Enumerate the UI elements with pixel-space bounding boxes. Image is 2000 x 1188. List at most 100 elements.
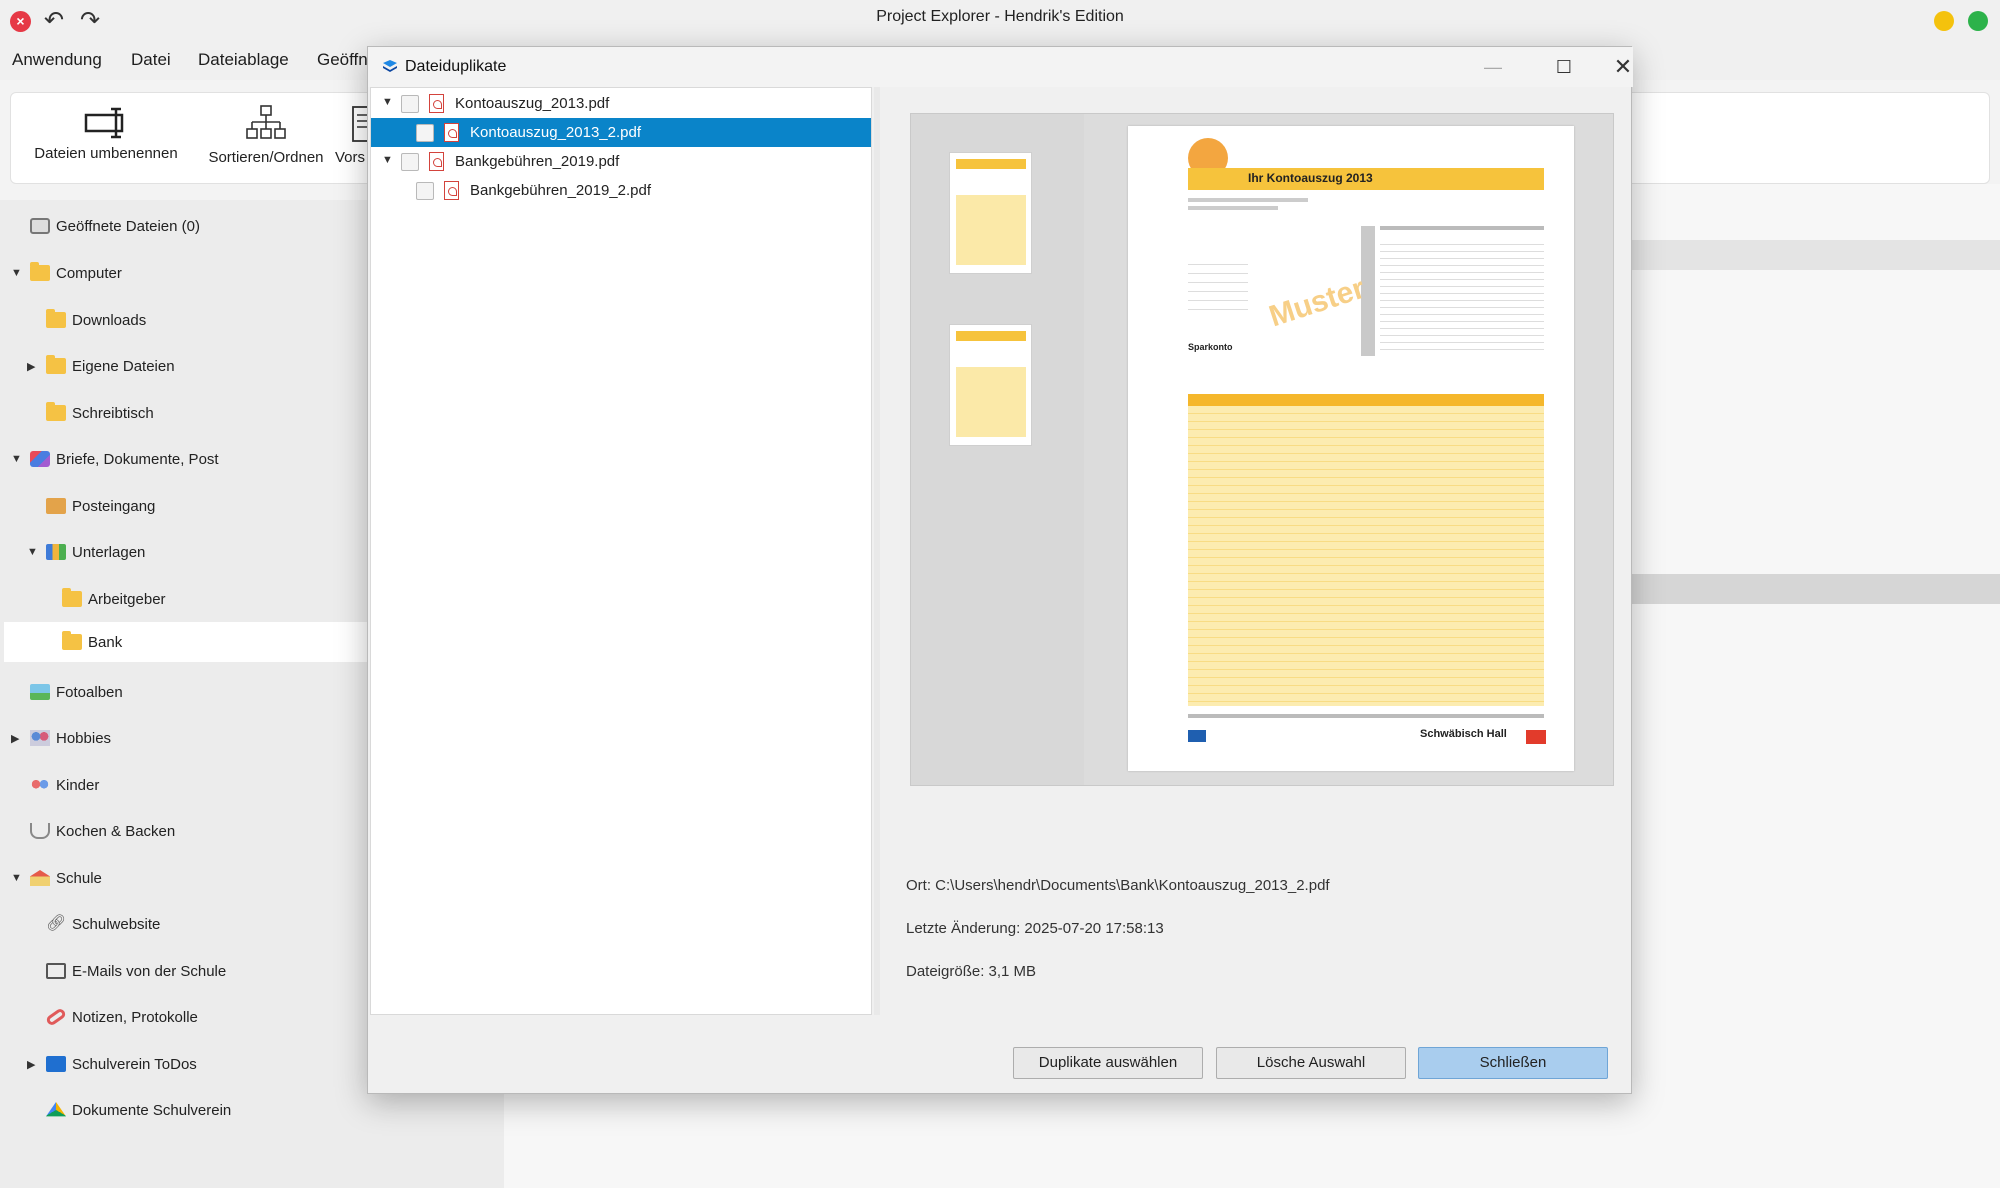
chevron-right-icon[interactable]: ▶ [27, 1058, 35, 1071]
folder-icon [46, 309, 66, 328]
checkbox[interactable] [401, 153, 419, 171]
pdf-preview: Ihr Kontoauszug 2013 Muster Sparkonto Sc… [910, 113, 1614, 786]
window-title: Project Explorer - Hendrik's Edition [876, 8, 1124, 25]
drive-icon [46, 1102, 66, 1117]
minimize-window-button[interactable] [1934, 11, 1954, 31]
main-titlebar: × ↶ ↷ Project Explorer - Hendrik's Editi… [0, 0, 2000, 40]
sidebar-item-notizen[interactable]: Notizen, Protokolle [44, 997, 198, 1037]
sidebar-item-briefe[interactable]: Briefe, Dokumente, Post [30, 439, 219, 479]
content-row [1632, 240, 2000, 270]
pdf-icon [429, 94, 444, 113]
sidebar-item-downloads[interactable]: Downloads [46, 300, 146, 340]
inbox-icon [46, 498, 66, 514]
chevron-right-icon[interactable]: ▶ [11, 732, 19, 745]
file-label: Kontoauszug_2013.pdf [455, 95, 610, 112]
kids-icon [30, 777, 50, 793]
account-section: Sparkonto [1188, 342, 1233, 352]
photo-icon [30, 684, 50, 700]
link-icon: 🔗︎ [46, 915, 67, 932]
cooking-pot-icon [30, 823, 50, 839]
dialog-close-button[interactable]: ✕ [1603, 53, 1643, 81]
chevron-down-icon[interactable]: ▼ [382, 96, 393, 108]
sidebar-item-posteingang[interactable]: Posteingang [46, 486, 155, 526]
statement-title: Ihr Kontoauszug 2013 [1248, 171, 1373, 185]
stack-icon [30, 218, 50, 234]
muster-watermark: Muster [1265, 271, 1369, 334]
sidebar-item-opened-files[interactable]: Geöffnete Dateien (0) [30, 206, 200, 246]
close-dialog-button[interactable]: Schließen [1418, 1047, 1608, 1079]
menu-dateiablage[interactable]: Dateiablage [198, 50, 289, 70]
tree-row[interactable]: ▼ Kontoauszug_2013.pdf [371, 89, 871, 118]
maximize-window-button[interactable] [1968, 11, 1988, 31]
bank-logo-icon [1188, 730, 1206, 742]
folder-icon [46, 355, 66, 374]
tree-row-selected[interactable]: Kontoauszug_2013_2.pdf [371, 118, 871, 147]
binder-icon [46, 544, 66, 560]
file-location: Ort: C:\Users\hendr\Documents\Bank\Konto… [906, 877, 1330, 894]
sidebar-item-kinder[interactable]: Kinder [30, 765, 99, 805]
sidebar-item-unterlagen[interactable]: Unterlagen [46, 532, 145, 572]
checkbox[interactable] [416, 124, 434, 142]
sidebar-item-fotoalben[interactable]: Fotoalben [30, 672, 123, 712]
chevron-down-icon[interactable]: ▼ [11, 267, 22, 279]
sort-button[interactable]: Sortieren/Ordnen [196, 105, 336, 166]
cube-icon [30, 451, 50, 467]
chevron-right-icon[interactable]: ▶ [27, 360, 35, 373]
sidebar-item-bank[interactable]: Bank [4, 622, 368, 662]
chevron-down-icon[interactable]: ▼ [27, 546, 38, 558]
pdf-page: Ihr Kontoauszug 2013 Muster Sparkonto Sc… [1128, 126, 1574, 771]
sidebar-item-dokumente-schulverein[interactable]: Dokumente Schulverein [46, 1090, 231, 1130]
paperclip-icon [44, 1007, 68, 1027]
tree-row[interactable]: ▼ Bankgebühren_2019.pdf [371, 147, 871, 176]
select-duplicates-button[interactable]: Duplikate auswählen [1013, 1047, 1203, 1079]
transactions-table [1188, 406, 1544, 706]
sidebar-item-schule[interactable]: Schule [30, 858, 102, 898]
sidebar-item-arbeitgeber[interactable]: Arbeitgeber [62, 579, 166, 619]
content-row [1632, 574, 2000, 604]
sidebar-item-computer[interactable]: Computer [30, 253, 122, 293]
preview-pane: Ihr Kontoauszug 2013 Muster Sparkonto Sc… [880, 87, 1631, 1015]
pdf-icon [429, 152, 444, 171]
delete-selection-button[interactable]: Lösche Auswahl [1216, 1047, 1406, 1079]
dialog-maximize-button[interactable]: ☐ [1544, 53, 1584, 81]
duplicates-dialog: Dateiduplikate — ☐ ✕ ▼ Kontoauszug_2013.… [367, 46, 1633, 1094]
sidebar-item-eigene-dateien[interactable]: Eigene Dateien [46, 346, 175, 386]
dialog-minimize-button[interactable]: — [1473, 53, 1513, 81]
file-label: Bankgebühren_2019_2.pdf [470, 182, 651, 199]
menu-anwendung[interactable]: Anwendung [12, 50, 102, 70]
checkbox[interactable] [416, 182, 434, 200]
brand-name: Schwäbisch Hall [1420, 728, 1507, 740]
app-logo-icon [383, 60, 397, 72]
menu-datei[interactable]: Datei [131, 50, 171, 70]
sort-label: Sortieren/Ordnen [208, 149, 324, 166]
file-label: Bankgebühren_2019.pdf [455, 153, 620, 170]
chevron-down-icon[interactable]: ▼ [11, 872, 22, 884]
chevron-down-icon[interactable]: ▼ [11, 453, 22, 465]
page-thumbnail[interactable] [949, 152, 1032, 274]
rename-label: Dateien umbenennen [34, 145, 178, 162]
mail-icon [46, 963, 66, 979]
checkbox[interactable] [401, 95, 419, 113]
sidebar-item-emails-schule[interactable]: E-Mails von der Schule [46, 951, 226, 991]
folder-icon [62, 588, 82, 607]
page-thumbnail[interactable] [949, 324, 1032, 446]
duplicates-tree: ▼ Kontoauszug_2013.pdf Kontoauszug_2013_… [370, 87, 872, 1015]
rename-files-button[interactable]: Dateien umbenennen [31, 105, 181, 162]
sidebar-item-schulverein-todos[interactable]: Schulverein ToDos [46, 1044, 197, 1084]
dialog-title: Dateiduplikate [405, 58, 507, 75]
sidebar-item-hobbies[interactable]: Hobbies [30, 718, 111, 758]
sidebar-item-schreibtisch[interactable]: Schreibtisch [46, 393, 154, 433]
preview-ribbon-label: Vors [335, 149, 366, 166]
tree-row[interactable]: Bankgebühren_2019_2.pdf [371, 176, 871, 205]
folder-icon [46, 402, 66, 421]
school-icon [30, 870, 50, 886]
thumbnail-strip [911, 114, 1084, 785]
pdf-icon [444, 181, 459, 200]
file-label: Kontoauszug_2013_2.pdf [470, 124, 641, 141]
chevron-down-icon[interactable]: ▼ [382, 154, 393, 166]
sidebar-item-schulwebsite[interactable]: 🔗︎ Schulwebsite [46, 904, 160, 944]
sidebar-item-kochen[interactable]: Kochen & Backen [30, 811, 175, 851]
dialog-titlebar: Dateiduplikate — ☐ ✕ [368, 47, 1633, 87]
menu-geoeffnet[interactable]: Geöffn [317, 50, 368, 70]
folder-icon [62, 631, 82, 650]
